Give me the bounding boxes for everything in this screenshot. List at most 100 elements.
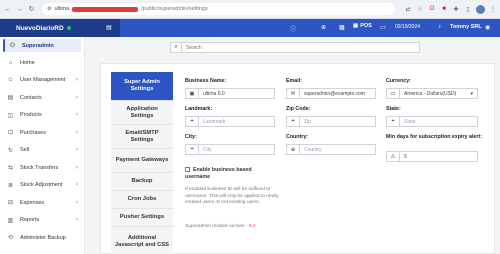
currency-select[interactable]: ▭ America - Dollars(USD) ▾ — [386, 88, 478, 99]
sidebar-item-stock-adjustment[interactable]: ≣ Stock Adjustment ‹ — [0, 177, 84, 195]
calculator-icon[interactable]: ▦ — [339, 24, 345, 31]
sidebar-item-label: Contacts — [20, 94, 42, 101]
sidebar-item-contacts[interactable]: ▤ Contacts ‹ — [0, 89, 84, 107]
back-icon[interactable]: ← — [3, 5, 12, 14]
business-name-field[interactable]: ▣ ultima 6.0 — [185, 88, 275, 99]
sidebar-item-label: Administer Backup — [20, 234, 66, 241]
tab-email-smtp-settings[interactable]: Email/SMTP Settings — [111, 125, 173, 149]
sidebar-toggle-icon[interactable]: ▤ — [106, 24, 112, 31]
zip-field[interactable]: ⌖ Zip — [286, 116, 376, 127]
pos-button[interactable]: ▣ POS — [353, 23, 372, 29]
currency-value: America - Dollars(USD) — [404, 90, 457, 97]
browser-toolbar: ← → ↻ ⚙ ultima /public/superadmin/settin… — [0, 0, 500, 19]
business-name-value: ultima 6.0 — [203, 90, 225, 97]
warning-icon: ⚠ — [387, 152, 400, 161]
date-display: 09/19/2024 — [395, 24, 421, 30]
add-icon[interactable]: ⊕ — [321, 24, 326, 31]
tab-additional-javascript-css[interactable]: Additional Javascript and CSS — [111, 227, 173, 254]
sidebar-item-label: User Management — [20, 77, 66, 84]
address-bar[interactable]: ⚙ ultima /public/superadmin/settings — [42, 3, 395, 15]
sidebar-item-label: Products — [20, 112, 42, 119]
business-name-label: Business Name: — [185, 78, 227, 84]
bell-icon[interactable]: ♪ — [438, 24, 441, 30]
cash-icon[interactable]: ▭ — [380, 24, 386, 31]
map-marker-icon: ⌖ — [287, 117, 300, 126]
sidebar-item-administer-backup[interactable]: ⟲ Administer Backup — [0, 229, 84, 247]
profile-avatar[interactable] — [476, 4, 485, 14]
enable-business-username-checkbox[interactable] — [185, 167, 190, 172]
opera-icon[interactable]: O — [428, 5, 436, 13]
url-path: /public/superadmin/settings — [141, 6, 208, 12]
tab-pusher-settings[interactable]: Pusher Settings — [111, 209, 173, 227]
site-info-icon[interactable]: ⚙ — [47, 6, 51, 12]
star-icon[interactable]: ☆ — [416, 5, 424, 13]
landmark-field[interactable]: ⌖ Landmark — [185, 116, 275, 127]
map-marker-icon: ⌖ — [387, 117, 400, 126]
country-placeholder: Country — [304, 146, 322, 153]
sidebar-item-sell[interactable]: ↻ Sell ‹ — [0, 142, 84, 160]
sidebar-item-superadmin[interactable]: ⚇ Superadmin — [3, 39, 81, 52]
url-host: ultima — [54, 6, 70, 12]
tab-payment-gateways[interactable]: Payment Gateways — [111, 149, 173, 173]
version-number: 6.4 — [249, 224, 256, 229]
envelope-icon: ✉ — [287, 89, 300, 98]
city-field[interactable]: ⌖ City — [185, 144, 275, 155]
tab-backup[interactable]: Backup — [111, 173, 173, 191]
chevron-left-icon: ‹ — [76, 217, 78, 224]
map-marker-icon: ⌖ — [186, 117, 199, 126]
tab-cron-jobs[interactable]: Cron Jobs — [111, 191, 173, 209]
currency-label: Currency: — [386, 78, 412, 84]
zip-placeholder: Zip — [304, 118, 311, 125]
minus-circle-icon: ⊟ — [7, 200, 14, 207]
sidebar-item-label: Expenses — [20, 199, 45, 206]
tab-super-admin-settings[interactable]: Super Admin Settings — [111, 72, 173, 101]
city-label: City: — [185, 134, 197, 140]
email-value: superadmin@example.com — [304, 90, 365, 97]
sidepanel-icon[interactable]: ▯ — [464, 5, 472, 13]
brand[interactable]: NuevoDiarioRD — [0, 19, 120, 37]
chevron-left-icon: ‹ — [76, 147, 78, 154]
sidebar-item-label: Stock Transfers — [20, 164, 59, 171]
cart-icon: ⊡ — [7, 130, 14, 137]
state-label: State: — [386, 106, 401, 112]
redacted-url — [72, 6, 139, 12]
search-input[interactable] — [182, 43, 419, 52]
extension-red-icon[interactable]: ■ — [440, 5, 448, 13]
sidebar-item-purchases[interactable]: ⊡ Purchases ‹ — [0, 124, 84, 142]
tab-application-settings[interactable]: Application Settings — [111, 101, 173, 125]
sidebar-item-products[interactable]: ◫ Products ‹ — [0, 107, 84, 125]
username-help-text: If enabled business ID will be suffixed … — [185, 187, 279, 205]
sidebar-item-user-management[interactable]: ☺ User Management ‹ — [0, 72, 84, 90]
sidebar-item-reports[interactable]: ▥ Reports ‹ — [0, 212, 84, 230]
user-circle-icon[interactable]: ◉ — [485, 24, 490, 31]
extensions-icon[interactable]: ✚ — [452, 5, 460, 13]
sidebar: ⚇ Superadmin ⌂ Home ☺ User Management ‹ … — [0, 37, 85, 254]
chevron-left-icon: ‹ — [76, 129, 78, 136]
chevron-left-icon: ‹ — [76, 77, 78, 84]
sidebar-item-home[interactable]: ⌂ Home — [0, 54, 84, 72]
sidebar-item-label: Reports — [20, 217, 40, 224]
state-field[interactable]: ⌖ State — [386, 116, 478, 127]
user-shield-icon: ⚇ — [9, 43, 16, 49]
sidebar-item-label: Purchases — [20, 129, 46, 136]
sidebar-item-stock-transfers[interactable]: ⇆ Stock Transfers ‹ — [0, 159, 84, 177]
search-icon[interactable]: ⌕ — [171, 43, 182, 52]
chevron-left-icon: ‹ — [76, 94, 78, 101]
user-menu[interactable]: Tommy SRL — [450, 24, 482, 30]
sidebar-item-expenses[interactable]: ⊟ Expenses ‹ — [0, 194, 84, 212]
info-icon[interactable]: ⓘ — [290, 24, 296, 33]
min-days-field[interactable]: ⚠ 5 — [386, 151, 478, 162]
module-version: Superadmin module version - 6.4 — [185, 224, 256, 229]
users-icon: ☺ — [7, 77, 14, 84]
truck-icon: ⇆ — [7, 165, 14, 172]
sell-icon: ↻ — [7, 147, 14, 154]
email-field[interactable]: ✉ superadmin@example.com — [286, 88, 376, 99]
zip-label: Zip Code: — [286, 106, 311, 112]
country-field[interactable]: ⊕ Country — [286, 144, 376, 155]
forward-icon[interactable]: → — [15, 5, 24, 14]
translate-icon[interactable]: ⇄ — [404, 5, 412, 13]
reload-icon[interactable]: ↻ — [27, 5, 36, 14]
chevron-down-icon: ▾ — [470, 90, 473, 97]
state-placeholder: State — [404, 118, 416, 125]
menu-dots-icon[interactable]: ⋮ — [489, 5, 497, 13]
